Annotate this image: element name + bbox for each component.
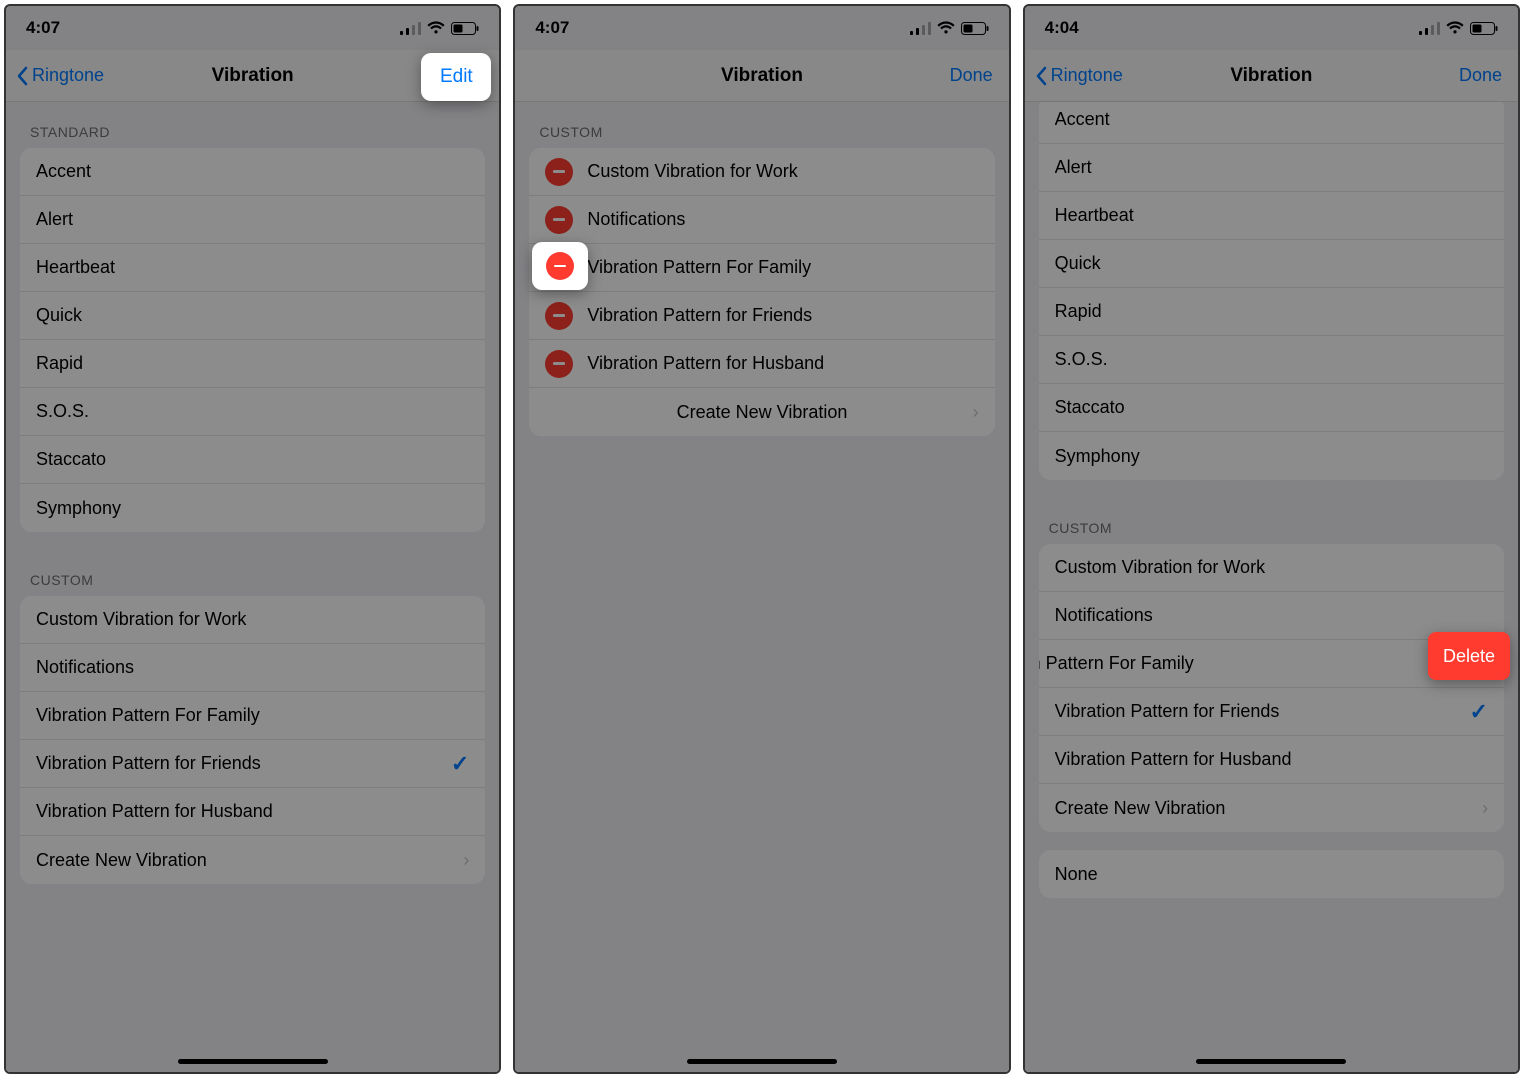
status-indicators <box>400 21 479 35</box>
phone-screen-1: 4:07 Ringtone Vibration Edit Standard <box>4 4 501 1074</box>
home-indicator[interactable] <box>178 1059 328 1064</box>
list-item[interactable]: Notifications <box>20 644 485 692</box>
phone-screen-3: 4:04 Ringtone Vibration Done Accent <box>1023 4 1520 1074</box>
create-new-vibration[interactable]: Create New Vibration › <box>529 388 994 436</box>
done-button[interactable]: Done <box>1459 50 1502 101</box>
highlight-delete-circle[interactable] <box>532 242 588 290</box>
content-scroll[interactable]: Accent Alert Heartbeat Quick Rapid S.O.S… <box>1025 102 1518 1072</box>
list-item[interactable]: Accent <box>20 148 485 196</box>
page-title: Vibration <box>721 65 803 87</box>
battery-icon <box>451 22 479 35</box>
wifi-icon <box>1446 21 1464 35</box>
list-item[interactable]: Heartbeat <box>20 244 485 292</box>
cellular-icon <box>1419 22 1440 35</box>
list-item[interactable]: Quick <box>20 292 485 340</box>
page-title: Vibration <box>212 65 294 87</box>
battery-icon <box>1470 22 1498 35</box>
status-time: 4:07 <box>535 18 569 38</box>
cellular-icon <box>400 22 421 35</box>
list-custom: Custom Vibration for Work Notifications … <box>20 596 485 884</box>
home-indicator[interactable] <box>1196 1059 1346 1064</box>
back-button[interactable]: Ringtone <box>16 50 104 101</box>
list-item[interactable]: Heartbeat <box>1039 192 1504 240</box>
list-custom: Custom Vibration for Work Notifications … <box>1039 544 1504 832</box>
list-item[interactable]: Alert <box>1039 144 1504 192</box>
list-item[interactable]: Rapid <box>20 340 485 388</box>
list-custom-edit: Custom Vibration for Work Notifications … <box>529 148 994 436</box>
chevron-left-icon <box>1035 66 1047 86</box>
delete-minus-icon[interactable] <box>545 158 573 186</box>
list-item[interactable]: Staccato <box>20 436 485 484</box>
nav-bar: Ringtone Vibration Done <box>1025 50 1518 102</box>
status-indicators <box>1419 21 1498 35</box>
back-label: Ringtone <box>32 65 104 86</box>
list-item[interactable]: Accent <box>1039 102 1504 144</box>
delete-minus-icon[interactable] <box>546 252 574 280</box>
list-item-edit[interactable]: Notifications <box>529 196 994 244</box>
wifi-icon <box>937 21 955 35</box>
list-item-edit[interactable]: Custom Vibration for Work <box>529 148 994 196</box>
create-new-vibration[interactable]: Create New Vibration › <box>1039 784 1504 832</box>
status-bar: 4:07 <box>515 6 1008 50</box>
list-item[interactable]: Rapid <box>1039 288 1504 336</box>
page-title: Vibration <box>1230 65 1312 87</box>
content-scroll[interactable]: Custom Custom Vibration for Work Notific… <box>515 102 1008 1072</box>
highlight-edit[interactable]: Edit <box>421 53 491 101</box>
list-item[interactable]: Custom Vibration for Work <box>1039 544 1504 592</box>
chevron-left-icon <box>16 66 28 86</box>
delete-minus-icon[interactable] <box>545 302 573 330</box>
back-label: Ringtone <box>1051 65 1123 86</box>
battery-icon <box>961 22 989 35</box>
status-time: 4:04 <box>1045 18 1079 38</box>
list-standard: Accent Alert Heartbeat Quick Rapid S.O.S… <box>20 148 485 532</box>
wifi-icon <box>427 21 445 35</box>
list-item-edit[interactable]: Vibration Pattern for Friends <box>529 292 994 340</box>
phone-screen-2: 4:07 Vibration Done Custom Custom Vibrat… <box>513 4 1010 1074</box>
chevron-right-icon: › <box>1482 798 1488 819</box>
delete-minus-icon[interactable] <box>545 206 573 234</box>
list-item[interactable]: Alert <box>20 196 485 244</box>
status-indicators <box>910 21 989 35</box>
delete-minus-icon[interactable] <box>545 350 573 378</box>
nav-bar: Vibration Done <box>515 50 1008 102</box>
list-item[interactable]: S.O.S. <box>1039 336 1504 384</box>
checkmark-icon: ✓ <box>451 751 469 777</box>
list-item[interactable]: Vibration Pattern for Friends ✓ <box>1039 688 1504 736</box>
list-item[interactable]: Vibration Pattern For Family <box>20 692 485 740</box>
create-new-vibration[interactable]: Create New Vibration › <box>20 836 485 884</box>
list-none: None <box>1039 850 1504 898</box>
list-item[interactable]: Symphony <box>1039 432 1504 480</box>
list-item[interactable]: Vibration Pattern for Friends ✓ <box>20 740 485 788</box>
back-button[interactable]: Ringtone <box>1035 50 1123 101</box>
cellular-icon <box>910 22 931 35</box>
section-header-standard: Standard <box>6 102 499 148</box>
list-item-edit[interactable]: Vibration Pattern for Husband <box>529 340 994 388</box>
section-header-custom: Custom <box>515 102 1008 148</box>
status-time: 4:07 <box>26 18 60 38</box>
status-bar: 4:04 <box>1025 6 1518 50</box>
home-indicator[interactable] <box>687 1059 837 1064</box>
done-button[interactable]: Done <box>950 50 993 101</box>
list-item-none[interactable]: None <box>1039 850 1504 898</box>
content-scroll[interactable]: Standard Accent Alert Heartbeat Quick Ra… <box>6 102 499 1072</box>
checkmark-icon: ✓ <box>1470 699 1488 725</box>
list-item[interactable]: Quick <box>1039 240 1504 288</box>
section-header-custom: Custom <box>1025 498 1518 544</box>
list-item[interactable]: Staccato <box>1039 384 1504 432</box>
list-item[interactable]: Vibration Pattern for Husband <box>20 788 485 836</box>
section-header-custom: Custom <box>6 550 499 596</box>
list-item-edit[interactable]: Vibration Pattern For Family <box>529 244 994 292</box>
delete-button[interactable]: Delete <box>1428 632 1510 680</box>
chevron-right-icon: › <box>973 402 979 423</box>
list-item[interactable]: Symphony <box>20 484 485 532</box>
status-bar: 4:07 <box>6 6 499 50</box>
list-item[interactable]: S.O.S. <box>20 388 485 436</box>
list-item[interactable]: Custom Vibration for Work <box>20 596 485 644</box>
list-standard: Accent Alert Heartbeat Quick Rapid S.O.S… <box>1039 102 1504 480</box>
list-item[interactable]: Vibration Pattern for Husband <box>1039 736 1504 784</box>
chevron-right-icon: › <box>463 850 469 871</box>
